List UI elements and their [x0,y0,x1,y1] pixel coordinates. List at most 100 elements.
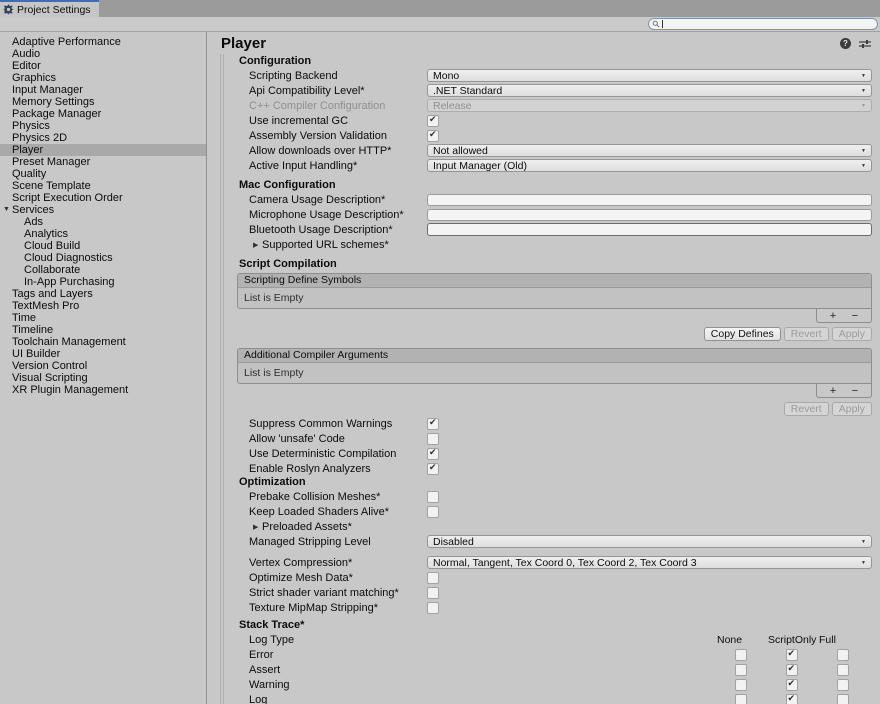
error-scriptonly-checkbox[interactable]: ✔ [786,649,798,661]
list-empty-label: List is Empty [238,363,871,383]
warning-none-checkbox[interactable] [735,679,747,691]
copy-defines-button[interactable]: Copy Defines [704,327,781,341]
sidebar-item-label: Quality [12,168,46,180]
log-scriptonly-checkbox[interactable]: ✔ [786,694,798,704]
sidebar-item-in-app-purchasing[interactable]: In-App Purchasing [0,276,206,288]
error-full-checkbox[interactable] [837,649,849,661]
bluetooth-usage-description-field[interactable] [427,223,872,236]
chevron-right-icon[interactable]: ▶ [253,523,262,531]
camera-usage-description-field[interactable] [427,194,872,206]
sidebar-item-audio[interactable]: Audio [0,48,206,60]
section-title: Stack Trace* [239,619,872,632]
sidebar-item-player[interactable]: Player [0,144,206,156]
assert-full-checkbox[interactable] [837,664,849,676]
strict-shader-variant-matching-checkbox[interactable] [427,587,439,599]
chevron-right-icon[interactable]: ▶ [253,241,262,249]
sidebar-item-version-control[interactable]: Version Control [0,360,206,372]
field-control: ✔ [427,448,872,460]
add-button[interactable]: + [822,310,844,322]
log-full-checkbox[interactable] [837,694,849,704]
scripting-backend-dropdown[interactable]: Mono▼ [427,69,872,82]
sidebar-item-label: Services [12,204,54,216]
field-control: Release▼ [427,99,872,112]
sidebar-item-cloud-diagnostics[interactable]: Cloud Diagnostics [0,252,206,264]
sidebar-item-script-execution-order[interactable]: Script Execution Order [0,192,206,204]
sidebar-item-tags-and-layers[interactable]: Tags and Layers [0,288,206,300]
allow-unsafe-code-checkbox[interactable] [427,433,439,445]
warning-scriptonly-checkbox[interactable]: ✔ [786,679,798,691]
sidebar-item-physics[interactable]: Physics [0,120,206,132]
sidebar-item-toolchain-management[interactable]: Toolchain Management [0,336,206,348]
sidebar-item-ads[interactable]: Ads [0,216,206,228]
optimize-mesh-data-checkbox[interactable] [427,572,439,584]
sidebar-item-ui-builder[interactable]: UI Builder [0,348,206,360]
sidebar-item-collaborate[interactable]: Collaborate [0,264,206,276]
field-label: Keep Loaded Shaders Alive* [239,506,427,518]
tab-project-settings[interactable]: Project Settings [0,0,99,17]
sidebar-item-editor[interactable]: Editor [0,60,206,72]
assert-none-checkbox[interactable] [735,664,747,676]
microphone-usage-description-field[interactable] [427,209,872,221]
managed-stripping-level-dropdown[interactable]: Disabled▼ [427,535,872,548]
warning-full-checkbox[interactable] [837,679,849,691]
sidebar-item-scene-template[interactable]: Scene Template [0,180,206,192]
remove-button[interactable]: − [844,385,866,397]
settings-category-list: Adaptive PerformanceAudioEditorGraphicsI… [0,32,207,704]
row-scripting-backend: Scripting BackendMono▼ [239,68,872,83]
dropdown-value: Input Manager (Old) [433,160,861,172]
list-header[interactable]: Additional Compiler Arguments [238,349,871,363]
remove-button[interactable]: − [844,310,866,322]
assert-scriptonly-checkbox[interactable]: ✔ [786,664,798,676]
foldout-label[interactable]: Supported URL schemes* [262,239,389,251]
check-icon: ✔ [429,417,437,428]
list-footer: +− [237,384,872,398]
suppress-common-warnings-checkbox[interactable]: ✔ [427,418,439,430]
search-box[interactable] [648,18,878,30]
prebake-collision-meshes-checkbox[interactable] [427,491,439,503]
sidebar-item-quality[interactable]: Quality [0,168,206,180]
log-none-checkbox[interactable] [735,694,747,704]
error-none-checkbox[interactable] [735,649,747,661]
keep-loaded-shaders-alive-checkbox[interactable] [427,506,439,518]
sidebar-item-label: Collaborate [24,264,80,276]
sidebar-item-textmesh-pro[interactable]: TextMesh Pro [0,300,206,312]
texture-mipmap-stripping-checkbox[interactable] [427,602,439,614]
assembly-version-validation-checkbox[interactable]: ✔ [427,130,439,142]
sidebar-item-physics-2d[interactable]: Physics 2D [0,132,206,144]
cell-log-full [817,694,868,704]
sidebar-item-adaptive-performance[interactable]: Adaptive Performance [0,36,206,48]
sidebar-item-xr-plugin-management[interactable]: XR Plugin Management [0,384,206,396]
search-input[interactable] [663,19,874,29]
sidebar-item-memory-settings[interactable]: Memory Settings [0,96,206,108]
search-icon [652,20,660,28]
sidebar-item-time[interactable]: Time [0,312,206,324]
check-icon: ✔ [429,447,437,458]
presets-icon[interactable] [859,39,871,49]
sidebar-item-timeline[interactable]: Timeline [0,324,206,336]
help-icon[interactable]: ? [840,38,851,49]
chevron-down-icon: ▼ [861,163,866,169]
api-compatibility-level-dropdown[interactable]: .NET Standard▼ [427,84,872,97]
sidebar-item-services[interactable]: ▼Services [0,204,206,216]
list-header[interactable]: Scripting Define Symbols [238,274,871,288]
sidebar-item-visual-scripting[interactable]: Visual Scripting [0,372,206,384]
active-input-handling-dropdown[interactable]: Input Manager (Old)▼ [427,159,872,172]
sidebar-item-graphics[interactable]: Graphics [0,72,206,84]
add-button[interactable]: + [822,385,844,397]
foldout-label[interactable]: Preloaded Assets* [262,521,352,533]
sidebar-item-label: Player [12,144,43,156]
check-icon: ✔ [788,648,796,659]
sidebar-item-input-manager[interactable]: Input Manager [0,84,206,96]
enable-roslyn-analyzers-checkbox[interactable]: ✔ [427,463,439,475]
allow-downloads-over-http-dropdown[interactable]: Not allowed▼ [427,144,872,157]
vertex-compression-dropdown[interactable]: Normal, Tangent, Tex Coord 0, Tex Coord … [427,556,872,569]
check-icon: ✔ [429,114,437,125]
use-incremental-gc-checkbox[interactable]: ✔ [427,115,439,127]
field-label: C++ Compiler Configuration [239,100,427,112]
sidebar-item-preset-manager[interactable]: Preset Manager [0,156,206,168]
chevron-down-icon[interactable]: ▼ [3,204,12,216]
sidebar-item-cloud-build[interactable]: Cloud Build [0,240,206,252]
sidebar-item-package-manager[interactable]: Package Manager [0,108,206,120]
sidebar-item-analytics[interactable]: Analytics [0,228,206,240]
use-deterministic-compilation-checkbox[interactable]: ✔ [427,448,439,460]
